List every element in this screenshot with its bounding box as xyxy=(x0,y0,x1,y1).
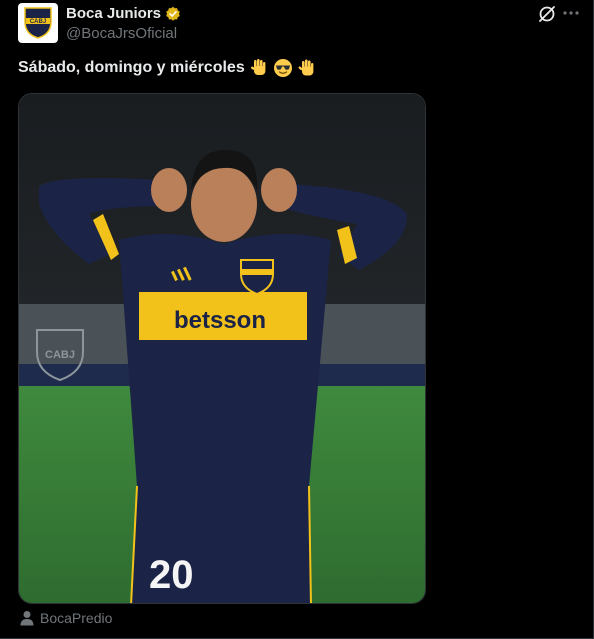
tweet-text: Sábado, domingo y miércoles xyxy=(18,58,317,78)
tweet-media-photo[interactable]: CABJ betsson 20 xyxy=(18,93,426,604)
location-label[interactable]: BocaPredio xyxy=(40,610,112,626)
svg-text:CABJ: CABJ xyxy=(30,19,46,25)
svg-text:betsson: betsson xyxy=(174,307,266,334)
svg-text:CABJ: CABJ xyxy=(45,349,75,361)
person-icon xyxy=(20,611,34,626)
svg-text:20: 20 xyxy=(149,553,194,597)
more-options-icon[interactable] xyxy=(562,4,580,22)
waving-hand-emoji-icon xyxy=(297,58,317,78)
raised-hand-emoji-icon xyxy=(249,58,269,78)
author-name[interactable]: Boca Juniors xyxy=(66,5,181,22)
verified-badge-icon xyxy=(165,6,181,22)
tweet-text-content: Sábado, domingo y miércoles xyxy=(18,59,245,76)
player-photo: CABJ betsson 20 xyxy=(19,94,425,603)
sunglasses-emoji-icon xyxy=(273,58,293,78)
author-handle[interactable]: @BocaJrsOficial xyxy=(66,25,177,42)
grok-icon[interactable] xyxy=(538,5,556,23)
location-tag[interactable]: BocaPredio xyxy=(20,610,112,626)
boca-crest-icon: CABJ xyxy=(24,7,52,39)
author-name-text[interactable]: Boca Juniors xyxy=(66,5,161,22)
author-avatar[interactable]: CABJ xyxy=(18,3,58,43)
